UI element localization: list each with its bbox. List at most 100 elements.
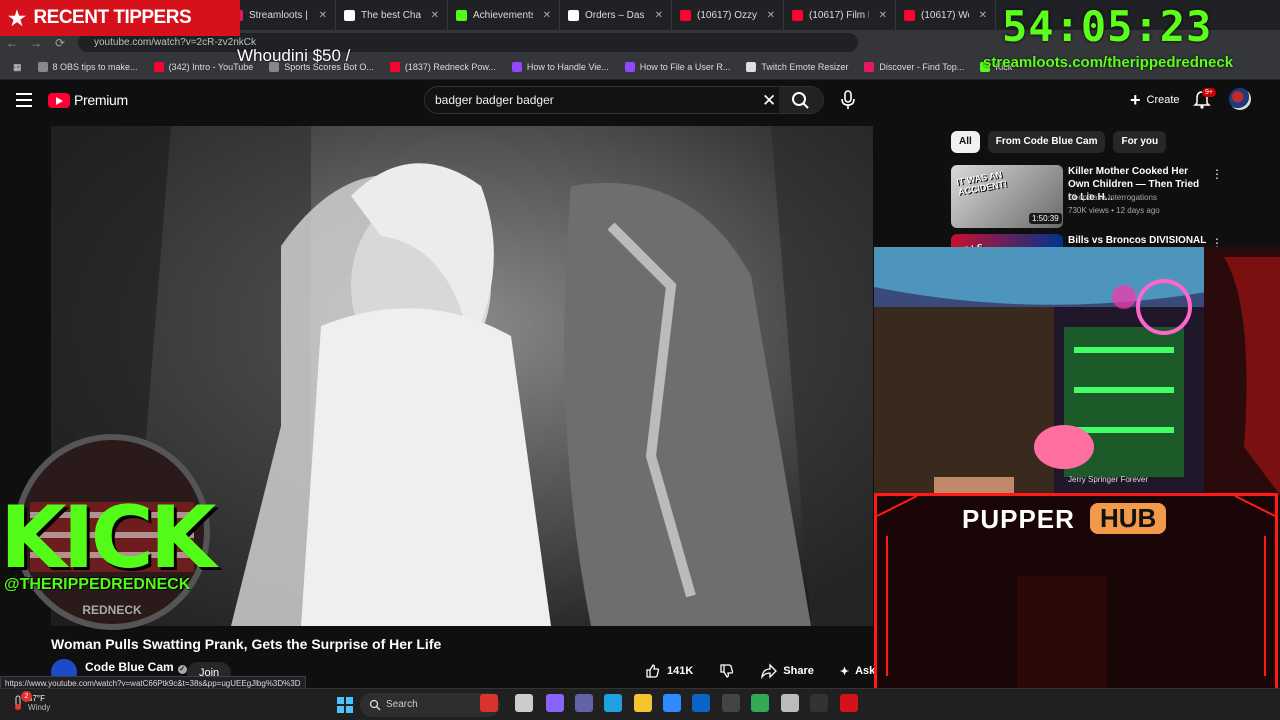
filter-chip[interactable]: All	[951, 131, 980, 153]
dislike-button[interactable]	[711, 659, 743, 683]
bookmark-item[interactable]: Twitch Emote Resizer	[739, 62, 855, 72]
chrome-icon[interactable]	[751, 694, 769, 712]
close-tab-icon[interactable]: ✕	[767, 10, 775, 21]
bookmark-favicon-icon	[511, 62, 522, 72]
like-count: 141K	[667, 665, 694, 677]
browser-tab[interactable]: Achievements - Ki ✕	[448, 0, 560, 30]
edge-icon[interactable]	[604, 694, 622, 712]
search-input[interactable]: badger badger badger ✕	[424, 86, 824, 114]
share-button[interactable]: Share	[753, 659, 822, 683]
more-options-icon[interactable]: ⋮	[1211, 167, 1223, 181]
kick-logo-text: KICK	[0, 488, 216, 588]
orders-icon	[568, 9, 579, 21]
browser-tab[interactable]: Streamloots | Ther ✕	[224, 0, 336, 30]
windows-start-icon[interactable]	[337, 697, 353, 713]
browser-tab-label: (10617) Wo	[921, 9, 969, 21]
youtube-premium-label: Premium	[74, 92, 128, 108]
browser-tab[interactable]: (10617) Ozzy Osb ✕	[672, 0, 784, 30]
recent-tippers-title: RECENT TIPPERS	[33, 7, 192, 28]
browser-tab-label: Streamloots | Ther	[249, 9, 309, 21]
outlook-icon[interactable]	[692, 694, 710, 712]
browser-tab-label: The best ChatBot	[361, 9, 421, 21]
filter-chip[interactable]: From Code Blue Cam	[987, 131, 1106, 153]
close-tab-icon[interactable]: ✕	[543, 10, 551, 21]
youtube-logo[interactable]: Premium	[48, 92, 128, 108]
like-button[interactable]: 141K	[637, 659, 701, 683]
search-icon	[792, 92, 809, 109]
menu-icon[interactable]	[16, 93, 32, 107]
sparkle-icon: ✦	[839, 665, 850, 678]
browser-tab[interactable]: (10617) Wo ✕	[896, 0, 996, 30]
browser-tab[interactable]: (10617) Film Musi ✕	[784, 0, 896, 30]
reload-icon[interactable]: ⟳	[48, 36, 72, 50]
chatbot-icon	[344, 9, 355, 21]
close-tab-icon[interactable]: ✕	[979, 10, 987, 21]
bookmark-label: Twitch Emote Resizer	[761, 62, 849, 72]
bookmark-item[interactable]: 8 OBS tips to make...	[31, 62, 145, 72]
screen: Elements✕StreamElements -✕Streamloots | …	[0, 0, 1280, 720]
clear-search-icon[interactable]: ✕	[762, 91, 776, 111]
plus-icon: +	[1130, 89, 1141, 110]
recommended-channel[interactable]: DeepCase Interrogations	[1068, 193, 1157, 202]
browser-tab-label: (10617) Film Musi	[809, 9, 869, 21]
teams-icon[interactable]	[575, 694, 593, 712]
webcam-overlay	[874, 247, 1280, 495]
channel-name-text: Code Blue Cam	[85, 660, 174, 674]
store-icon[interactable]	[663, 694, 681, 712]
terminal-icon[interactable]	[810, 694, 828, 712]
bookmark-label: How to File a User R...	[639, 62, 731, 72]
bookmark-item[interactable]: How to Handle Vie...	[505, 62, 616, 72]
bookmark-favicon-icon	[746, 62, 757, 72]
pupper-label: PUPPER	[962, 504, 1075, 534]
rtx-app-icon[interactable]	[840, 694, 858, 712]
recommended-title[interactable]: Bills vs Broncos DIVISIONAL	[1068, 234, 1208, 247]
browser-tab-label: (10617) Ozzy Osb	[697, 9, 757, 21]
close-tab-icon[interactable]: ✕	[431, 10, 439, 21]
wolf-app-icon[interactable]	[781, 694, 799, 712]
bookmark-favicon-icon	[37, 62, 48, 72]
star-icon: ★	[8, 7, 26, 30]
close-tab-icon[interactable]: ✕	[655, 10, 663, 21]
video-duration: 1:50:39	[1029, 213, 1062, 224]
webcam-caption: Jerry Springer Forever	[1068, 475, 1149, 484]
forward-icon[interactable]: →	[24, 36, 48, 50]
bookmark-label: How to Handle Vie...	[526, 62, 609, 72]
filter-chip[interactable]: For you	[1113, 131, 1167, 153]
bookmark-item[interactable]: How to File a User R...	[618, 62, 738, 72]
recommended-meta: 730K views • 12 days ago	[1068, 206, 1160, 215]
browser-tab[interactable]: Orders – Dashboa ✕	[560, 0, 672, 30]
youtube-play-icon	[48, 92, 70, 108]
kick-icon	[456, 9, 467, 21]
task-view-icon[interactable]	[515, 694, 533, 712]
back-icon[interactable]: ←	[0, 36, 24, 50]
search-button[interactable]	[779, 87, 823, 113]
notification-badge: 9+	[1202, 88, 1216, 97]
channel-name[interactable]: Code Blue Cam ✓	[85, 660, 187, 674]
browser-tab[interactable]: The best ChatBot ✕	[336, 0, 448, 30]
file-explorer-icon[interactable]	[634, 694, 652, 712]
bookmark-label: Discover - Find Top...	[879, 62, 965, 72]
bookmark-item[interactable]: Discover - Find Top...	[857, 62, 971, 72]
obs-icon[interactable]	[722, 694, 740, 712]
copilot-icon[interactable]	[546, 694, 564, 712]
video-actions: 141K Share ✦ Ask	[637, 659, 883, 683]
video-title: Woman Pulls Swatting Prank, Gets the Sur…	[51, 636, 442, 652]
account-avatar[interactable]	[1229, 88, 1251, 110]
microphone-icon[interactable]	[838, 89, 858, 111]
ask-label: Ask	[855, 665, 876, 677]
url-text: youtube.com/watch?v=2cR-zv2nkCk	[94, 37, 257, 48]
pupper-hub-frame	[877, 496, 1275, 706]
close-tab-icon[interactable]: ✕	[319, 10, 327, 21]
close-tab-icon[interactable]: ✕	[879, 10, 887, 21]
youtube-icon	[904, 9, 915, 21]
apps-grid-icon[interactable]: ▦	[6, 62, 29, 73]
taskbar-search[interactable]: Search	[360, 693, 500, 717]
pupper-hub-overlay: PUPPER HUB	[874, 493, 1278, 720]
kick-handle: @THERIPPEDREDNECK	[4, 576, 191, 593]
create-button[interactable]: + Create	[1120, 87, 1190, 113]
verified-icon: ✓	[177, 665, 187, 674]
bookmark-item[interactable]: (1837) Redneck Pow...	[383, 62, 503, 72]
recommended-video[interactable]: IT WAS AN ACCIDENT! 1:50:39 Killer Mother …	[951, 165, 1231, 230]
chili-app-icon[interactable]	[480, 694, 498, 712]
filter-chips: All From Code Blue Cam For you	[951, 131, 1167, 153]
